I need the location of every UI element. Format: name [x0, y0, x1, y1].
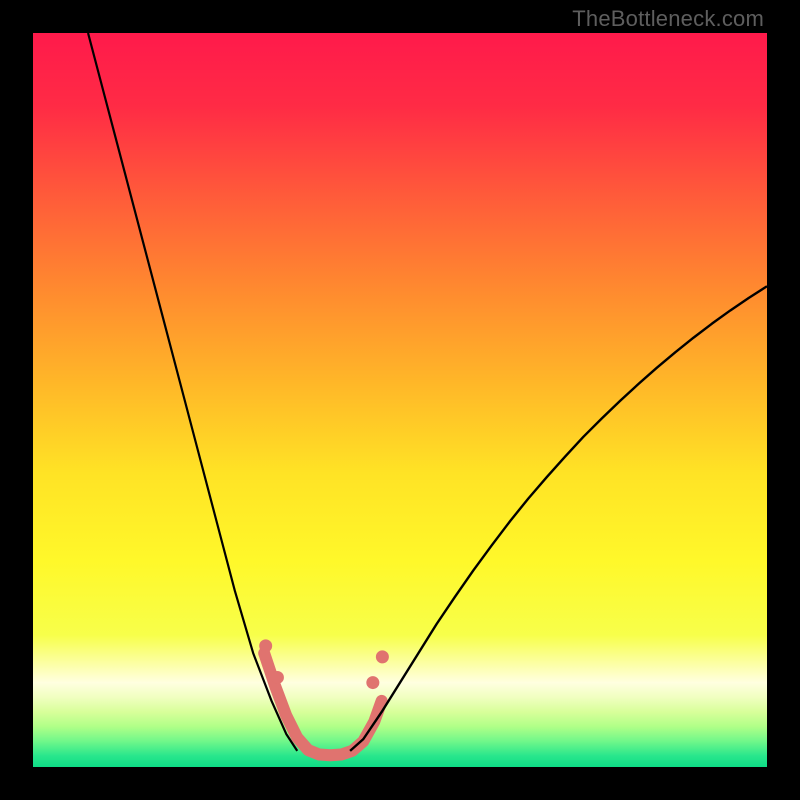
overlay-point-1: [271, 671, 284, 684]
plot-area: [33, 33, 767, 767]
watermark-text: TheBottleneck.com: [572, 6, 764, 32]
series-right-curve: [350, 286, 767, 751]
overlay-point-2: [366, 676, 379, 689]
chart-frame: TheBottleneck.com: [0, 0, 800, 800]
overlay-point-0: [259, 639, 272, 652]
curve-layer: [33, 33, 767, 767]
overlay-point-3: [376, 650, 389, 663]
